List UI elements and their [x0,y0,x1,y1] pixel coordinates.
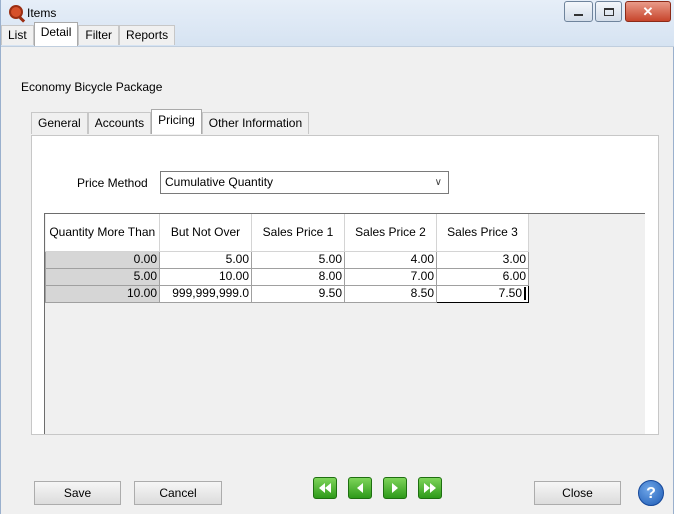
sales-price-2-cell[interactable]: 4.00 [344,250,437,269]
but-not-over-cell[interactable]: 5.00 [159,250,252,269]
text-cursor-icon [524,287,526,301]
column-header: Quantity More Than [45,214,160,252]
table-row: 10.00 999,999,999.0 9.50 8.50 7.50 [45,284,529,303]
tab-accounts[interactable]: Accounts [87,112,152,134]
close-window-button[interactable]: ✕ [625,1,671,22]
quantity-more-than-cell[interactable]: 0.00 [45,250,160,269]
price-method-label: Price Method [77,176,148,190]
tab-detail[interactable]: Detail [33,22,79,46]
tab-general[interactable]: General [31,112,88,134]
table-row: 5.00 10.00 8.00 7.00 6.00 [45,267,529,286]
maximize-icon [603,7,614,16]
close-icon: ✕ [642,3,654,19]
sales-price-3-cell[interactable]: 6.00 [436,267,529,286]
help-button[interactable]: ? [638,480,664,506]
quantity-more-than-cell[interactable]: 5.00 [45,267,160,286]
last-record-icon [424,483,436,493]
cancel-button[interactable]: Cancel [134,481,222,505]
table-row: 0.00 5.00 5.00 4.00 3.00 [45,250,529,269]
sales-price-1-cell[interactable]: 5.00 [251,250,345,269]
first-record-button[interactable] [313,477,337,499]
previous-record-icon [357,483,363,493]
items-window: Items ✕ List Detail Filter Reports Econo… [0,0,674,514]
but-not-over-cell[interactable]: 10.00 [159,267,252,286]
price-method-select[interactable]: Cumulative Quantity ∨ [160,171,449,194]
tab-pricing[interactable]: Pricing [151,109,202,134]
column-header: But Not Over [159,214,252,252]
pricing-table: Quantity More Than But Not Over Sales Pr… [45,214,529,303]
sales-price-1-cell[interactable]: 8.00 [251,267,345,286]
column-header: Sales Price 2 [344,214,437,252]
sales-price-3-value: 7.50 [498,286,522,300]
first-record-icon [319,483,331,493]
column-header: Sales Price 1 [251,214,345,252]
save-button[interactable]: Save [34,481,121,505]
sales-price-3-edit-cell[interactable]: 7.50 [436,284,529,303]
next-record-icon [392,483,398,493]
magnifier-app-icon [9,5,23,19]
price-method-value: Cumulative Quantity [165,175,274,189]
tab-filter[interactable]: Filter [78,25,120,45]
next-record-button[interactable] [383,477,407,499]
pricing-grid: Quantity More Than But Not Over Sales Pr… [44,213,645,434]
quantity-more-than-cell[interactable]: 10.00 [45,284,160,303]
but-not-over-cell[interactable]: 999,999,999.0 [159,284,252,303]
top-tab-strip: List Detail Filter Reports [1,22,176,46]
close-button[interactable]: Close [534,481,621,505]
tab-list[interactable]: List [1,25,34,45]
minimize-icon [574,13,583,16]
sub-tab-strip: General Accounts Pricing Other Informati… [31,109,310,134]
maximize-button[interactable] [595,1,622,22]
record-title: Economy Bicycle Package [21,80,163,94]
previous-record-button[interactable] [348,477,372,499]
last-record-button[interactable] [418,477,442,499]
sales-price-3-cell[interactable]: 3.00 [436,250,529,269]
title-bar: Items ✕ List Detail Filter Reports [1,0,674,47]
column-header: Sales Price 3 [436,214,529,252]
sales-price-2-cell[interactable]: 8.50 [344,284,437,303]
minimize-button[interactable] [564,1,593,22]
tab-other-information[interactable]: Other Information [201,112,310,134]
help-icon: ? [646,485,656,502]
window-title: Items [27,6,57,20]
sales-price-1-cell[interactable]: 9.50 [251,284,345,303]
tab-reports[interactable]: Reports [119,25,176,45]
sales-price-2-cell[interactable]: 7.00 [344,267,437,286]
chevron-down-icon: ∨ [434,177,442,188]
